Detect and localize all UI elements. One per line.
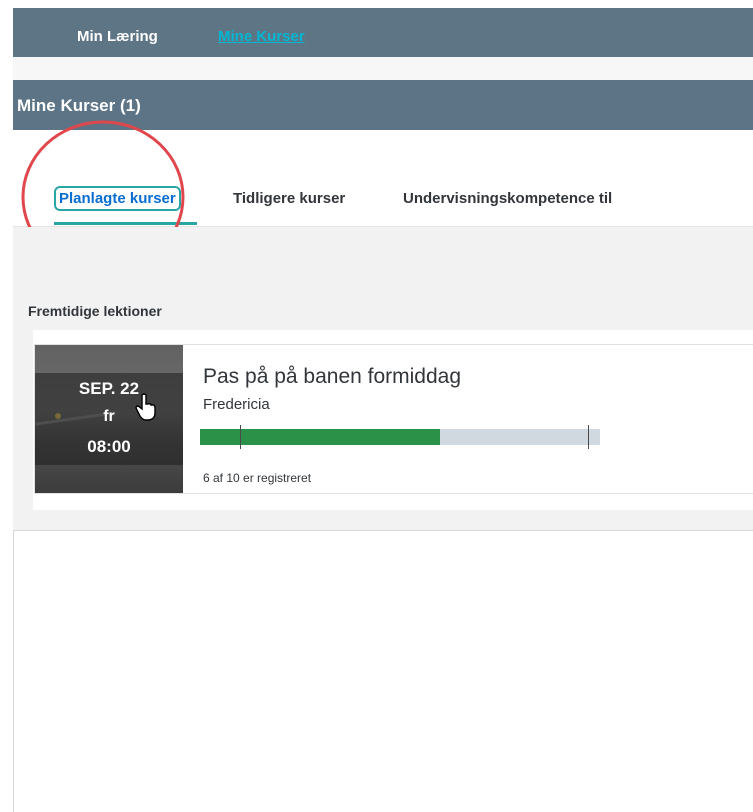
section-header: Mine Kurser (1) [13, 80, 753, 130]
hand-cursor-icon [135, 393, 156, 421]
spacer-band [13, 57, 753, 80]
course-thumbnail[interactable]: SEP. 22 fr 08:00 [35, 345, 183, 493]
course-day: fr [103, 408, 115, 425]
top-strip [0, 0, 753, 8]
course-location: Fredericia [203, 396, 270, 413]
progress-tick [240, 425, 241, 449]
tab-bar: Planlagte kurser Tidligere kurser Underv… [13, 130, 753, 227]
active-tab-indicator [54, 222, 197, 225]
progress-tick [588, 425, 589, 449]
section-title: Mine Kurser (1) [17, 96, 141, 115]
tab-undervisningskompetence[interactable]: Undervisningskompetence til [403, 190, 612, 207]
nav-mine-kurser[interactable]: Mine Kurser [218, 28, 305, 45]
left-divider [13, 530, 14, 812]
upcoming-section: Fremtidige lektioner SEP. 22 fr 08:00 Pa… [13, 227, 753, 531]
course-card[interactable]: SEP. 22 fr 08:00 Pas på på banen formidd… [34, 344, 753, 494]
registration-progress-fill [200, 429, 440, 445]
tab-planlagte-kurser[interactable]: Planlagte kurser [54, 186, 181, 211]
nav-min-laering[interactable]: Min Læring [77, 28, 158, 45]
top-navigation: Min Læring Mine Kurser [13, 8, 753, 57]
registration-count: 6 af 10 er registreret [203, 471, 312, 485]
upcoming-heading: Fremtidige lektioner [28, 303, 162, 319]
course-title[interactable]: Pas på på banen formiddag [203, 365, 461, 389]
course-time: 08:00 [87, 437, 131, 456]
tab-tidligere-kurser[interactable]: Tidligere kurser [233, 190, 345, 207]
registration-progress-bar [200, 425, 600, 449]
course-date: SEP. 22 [78, 379, 140, 398]
